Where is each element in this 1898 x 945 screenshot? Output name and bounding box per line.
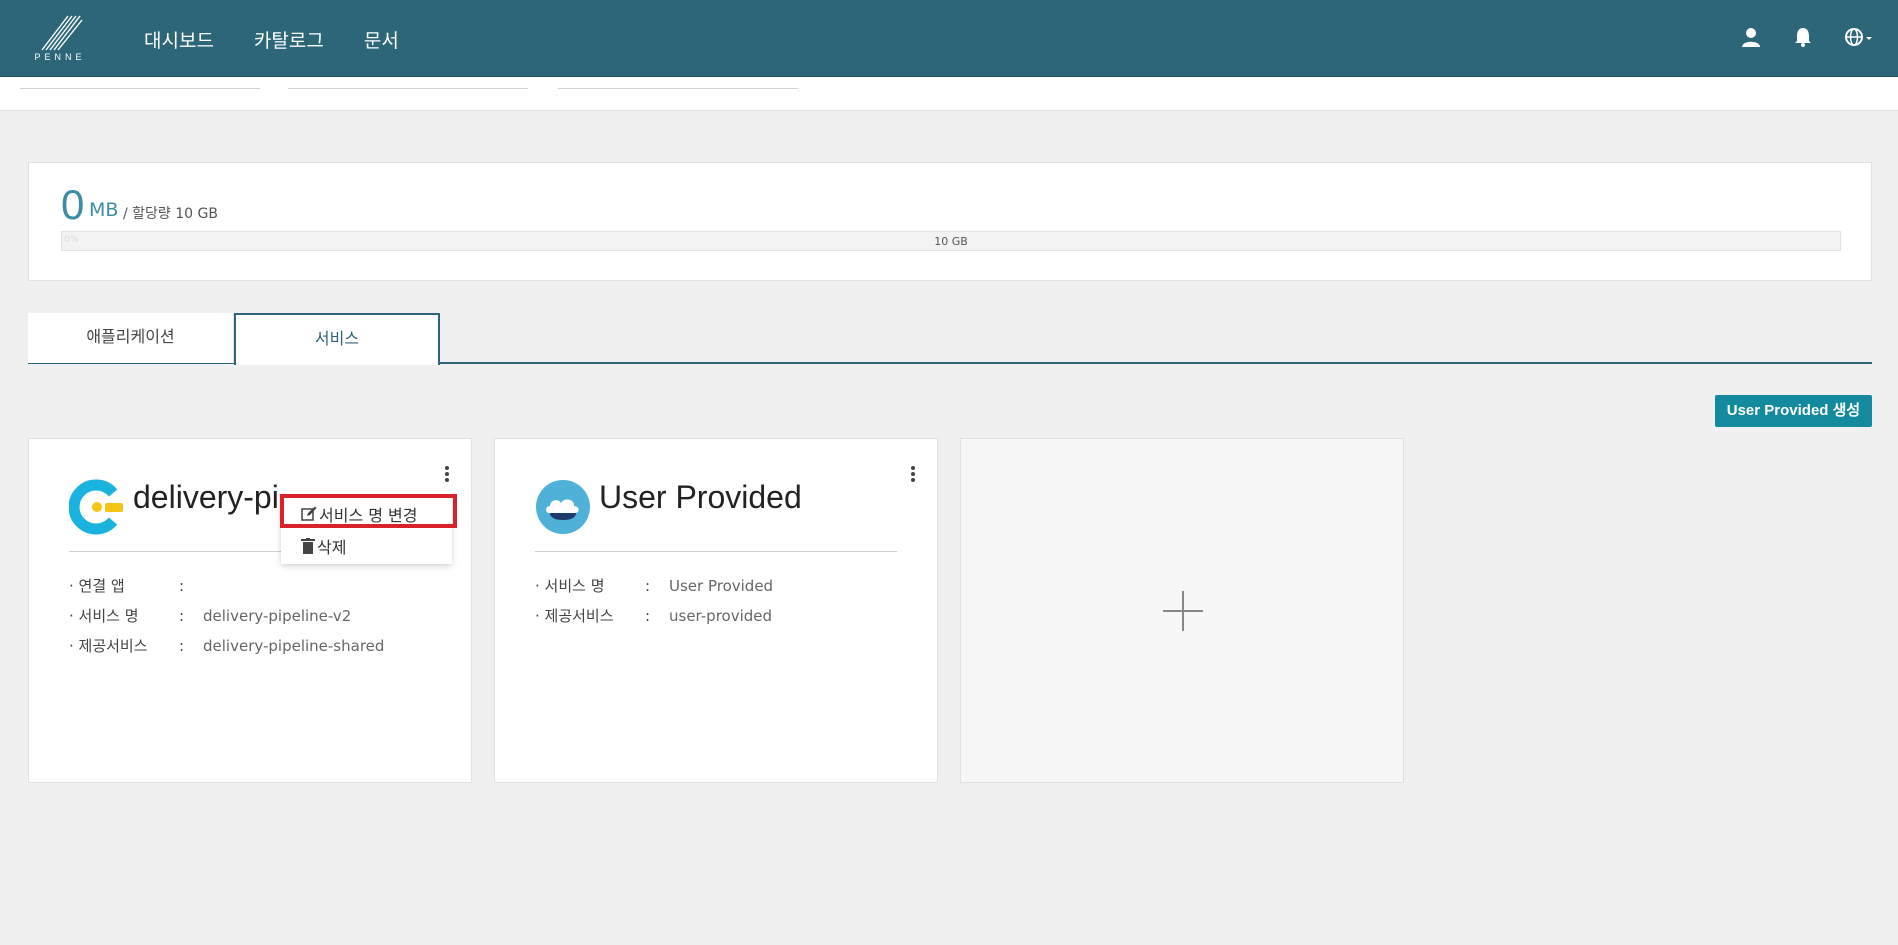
- detail-key: · 제공서비스: [69, 637, 148, 655]
- add-service-card[interactable]: [960, 438, 1404, 783]
- highlight-box: [280, 494, 457, 528]
- bell-icon[interactable]: [1792, 26, 1814, 48]
- top-navbar: PENNE 대시보드 카탈로그 문서: [0, 0, 1898, 77]
- logo-text: PENNE: [34, 52, 86, 62]
- detail-key: · 제공서비스: [535, 607, 614, 625]
- delete-service-menu-item[interactable]: 삭제: [301, 534, 346, 558]
- nav-dashboard[interactable]: 대시보드: [144, 26, 214, 53]
- penne-logo[interactable]: PENNE: [28, 12, 92, 64]
- detail-value: delivery-pipeline-v2: [203, 607, 352, 625]
- more-options-icon[interactable]: [443, 466, 451, 484]
- nav-docs[interactable]: 문서: [364, 26, 399, 53]
- detail-colon: :: [645, 577, 651, 595]
- cloud-icon: [535, 479, 591, 535]
- service-card[interactable]: User Provided · 서비스 명 : User Provided · …: [494, 438, 938, 783]
- card-divider: [535, 551, 897, 552]
- strip-divider: [288, 88, 528, 89]
- strip-divider: [20, 88, 260, 89]
- create-user-provided-button[interactable]: User Provided 생성: [1715, 395, 1872, 427]
- globe-icon[interactable]: [1844, 26, 1874, 48]
- service-title: User Provided: [599, 479, 802, 515]
- detail-value: user-provided: [669, 607, 773, 625]
- quota-allocation: / 할당량 10 GB: [123, 206, 218, 222]
- quota-used-value: 0: [61, 181, 85, 228]
- detail-key: · 연결 앱: [69, 577, 125, 595]
- detail-row: · 제공서비스 : user-provided: [535, 601, 773, 631]
- quota-used-unit: MB: [89, 199, 119, 221]
- user-icon[interactable]: [1740, 26, 1762, 48]
- delivery-pipeline-icon: [68, 479, 125, 535]
- quota-progress-bar: 0% 10 GB: [61, 231, 1841, 251]
- plus-icon[interactable]: [1163, 591, 1203, 631]
- detail-colon: :: [179, 637, 185, 655]
- detail-row: · 서비스 명 : delivery-pipeline-v2: [69, 601, 384, 631]
- tab-services[interactable]: 서비스: [234, 313, 440, 365]
- tab-applications[interactable]: 애플리케이션: [28, 313, 234, 363]
- detail-colon: :: [179, 607, 185, 625]
- main-nav: 대시보드 카탈로그 문서: [144, 26, 399, 53]
- quota-panel: 0 MB / 할당량 10 GB 0% 10 GB: [28, 162, 1872, 281]
- detail-value: User Provided: [669, 577, 774, 595]
- detail-key: · 서비스 명: [535, 577, 605, 595]
- detail-key: · 서비스 명: [69, 607, 139, 625]
- nav-catalog[interactable]: 카탈로그: [254, 26, 324, 53]
- detail-colon: :: [179, 577, 185, 595]
- sub-header-strip: [0, 77, 1898, 111]
- trash-icon: [301, 538, 315, 554]
- detail-colon: :: [645, 607, 651, 625]
- service-details: · 연결 앱 : · 서비스 명 : delivery-pipeline-v2 …: [69, 571, 384, 661]
- quota-total-label: 10 GB: [934, 235, 968, 248]
- service-card[interactable]: delivery-pi · 연결 앱 : · 서비스 명 : delivery-…: [28, 438, 472, 783]
- penne-logo-icon: [41, 15, 83, 51]
- header-icons: [1740, 26, 1874, 48]
- detail-row: · 연결 앱 :: [69, 571, 384, 601]
- detail-row: · 제공서비스 : delivery-pipeline-shared: [69, 631, 384, 661]
- detail-value: delivery-pipeline-shared: [203, 637, 385, 655]
- delete-service-label: 삭제: [317, 538, 347, 557]
- more-options-icon[interactable]: [909, 466, 917, 484]
- service-details: · 서비스 명 : User Provided · 제공서비스 : user-p…: [535, 571, 773, 631]
- strip-divider: [558, 88, 798, 89]
- service-title: delivery-pi: [133, 479, 279, 515]
- detail-row: · 서비스 명 : User Provided: [535, 571, 773, 601]
